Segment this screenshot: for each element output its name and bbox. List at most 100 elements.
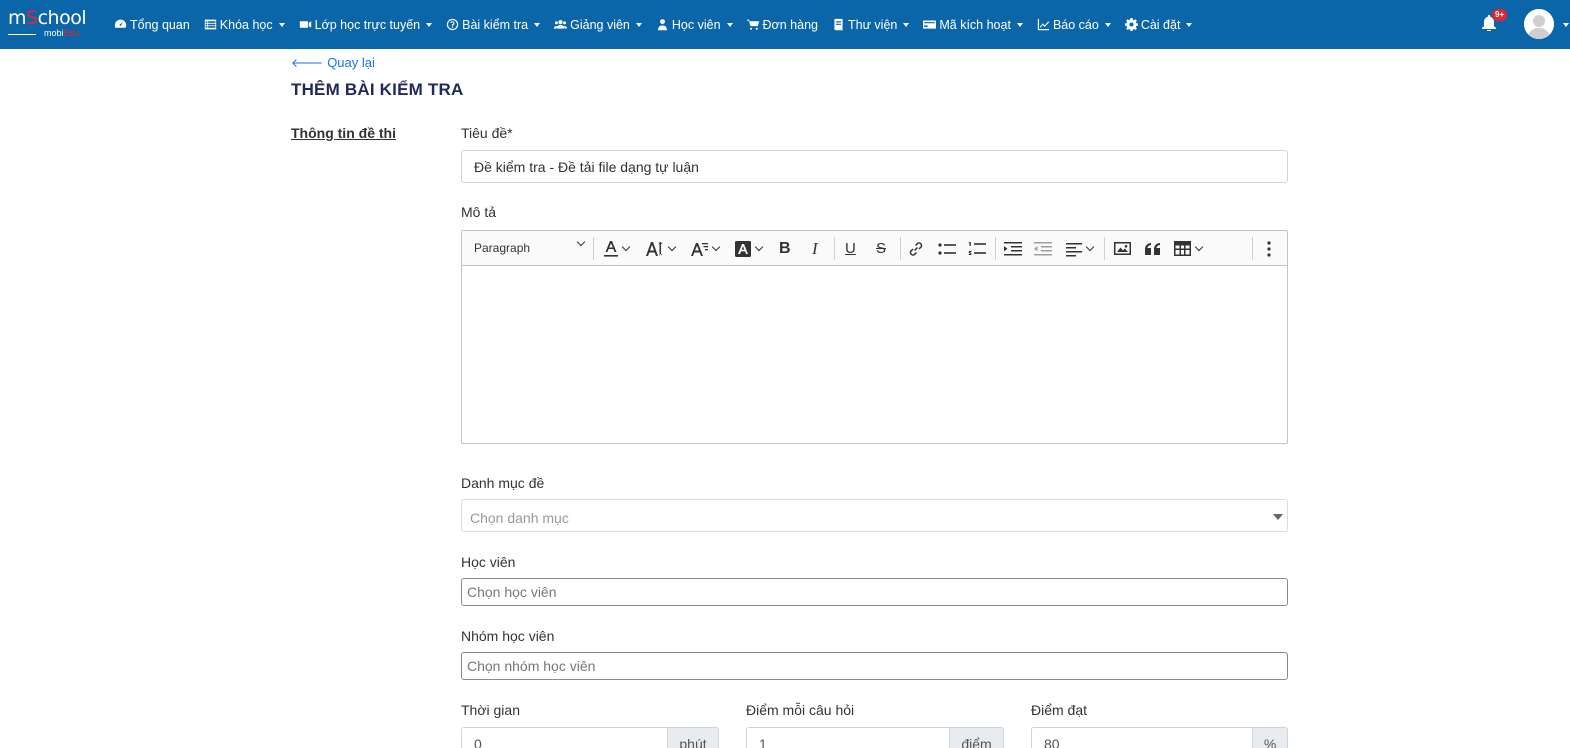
pass-score-input[interactable] xyxy=(1032,728,1253,748)
chevron-down-icon xyxy=(1194,242,1204,251)
chevron-down-icon xyxy=(635,22,642,27)
category-select[interactable]: Chọn danh mục xyxy=(461,499,1288,532)
list-icon xyxy=(204,19,216,30)
page-title: THÊM BÀI KIỂM TRA xyxy=(291,80,464,99)
toolbar-divider xyxy=(995,237,996,260)
numbered-list-icon xyxy=(968,241,986,255)
nav-label: Thư viện xyxy=(848,17,898,32)
points-unit-addon: điểm xyxy=(949,728,1003,748)
text-align-button[interactable] xyxy=(1066,239,1095,258)
chevron-down-icon xyxy=(1085,242,1095,251)
chevron-down-icon xyxy=(726,22,733,27)
logo-underline xyxy=(8,34,36,35)
chevron-down-icon xyxy=(534,22,541,27)
user-menu-chevron-icon[interactable] xyxy=(1563,23,1569,27)
main-nav: Tổng quan Khóa học Lớp học trực tuyến Bà… xyxy=(114,0,1206,49)
font-size-icon xyxy=(646,241,663,256)
points-input[interactable] xyxy=(747,728,949,748)
chevron-down-icon xyxy=(711,242,721,251)
more-options-button[interactable] xyxy=(1267,239,1271,258)
numbered-list-button[interactable] xyxy=(968,239,986,258)
chevron-down-icon xyxy=(903,22,910,27)
nav-label: Tổng quan xyxy=(130,17,190,32)
indent-icon xyxy=(1004,241,1022,255)
nav-item-settings[interactable]: Cài đặt xyxy=(1124,18,1193,32)
insert-table-button[interactable] xyxy=(1174,239,1204,258)
strikethrough-button[interactable]: S xyxy=(876,239,886,258)
paragraph-format-dropdown[interactable]: Paragraph xyxy=(474,241,584,255)
editor-toolbar: Paragraph B I U S xyxy=(462,231,1287,266)
section-label: Thông tin đề thi xyxy=(291,125,396,141)
category-label: Danh mục đề xyxy=(461,475,545,491)
chevron-down-icon xyxy=(1186,22,1193,27)
image-icon xyxy=(1114,242,1131,255)
student-group-label: Nhóm học viên xyxy=(461,628,555,644)
font-size-button[interactable] xyxy=(646,239,677,258)
bulleted-list-button[interactable] xyxy=(938,239,956,258)
points-input-group: điểm xyxy=(746,727,1004,748)
chevron-down-icon xyxy=(667,242,677,251)
font-family-icon xyxy=(691,242,708,256)
underline-button[interactable]: U xyxy=(845,239,856,258)
nav-item-students[interactable]: Học viên xyxy=(656,18,733,32)
back-link[interactable]: 🡐 Quay lại xyxy=(291,55,375,70)
link-button[interactable] xyxy=(908,239,924,258)
nav-label: Khóa học xyxy=(219,17,273,32)
chart-icon xyxy=(1037,18,1050,31)
outdent-button[interactable] xyxy=(1034,239,1052,258)
nav-item-courses[interactable]: Khóa học xyxy=(204,18,285,32)
toolbar-divider xyxy=(834,237,835,260)
video-icon xyxy=(299,21,311,28)
description-label: Mô tả xyxy=(461,204,497,220)
dashboard-icon xyxy=(114,19,127,28)
bold-icon: B xyxy=(779,239,791,257)
points-per-question-label: Điểm mỗi câu hỏi xyxy=(746,702,855,718)
font-color-button[interactable] xyxy=(604,239,631,258)
highlight-icon xyxy=(735,240,751,257)
time-input-group: phút xyxy=(461,727,719,748)
nav-item-activation-codes[interactable]: Mã kích hoạt xyxy=(923,18,1023,32)
indent-button[interactable] xyxy=(1004,239,1022,258)
chevron-down-icon xyxy=(754,242,764,251)
underline-icon: U xyxy=(845,240,856,257)
nav-item-reports[interactable]: Báo cáo xyxy=(1037,18,1111,32)
nav-label: Lớp học trực tuyến xyxy=(314,17,421,32)
user-icon xyxy=(657,19,667,31)
mschool-logo[interactable]: mSchool mobiEdu xyxy=(8,7,98,41)
chevron-down-icon xyxy=(621,242,631,251)
student-label: Học viên xyxy=(461,554,516,570)
blockquote-button[interactable] xyxy=(1145,239,1161,258)
insert-image-button[interactable] xyxy=(1114,239,1131,258)
nav-item-dashboard[interactable]: Tổng quan xyxy=(114,18,190,32)
nav-item-orders[interactable]: Đơn hàng xyxy=(746,18,818,32)
time-input[interactable] xyxy=(462,728,667,748)
title-input[interactable] xyxy=(461,150,1288,183)
student-input[interactable] xyxy=(461,578,1288,606)
nav-item-tests[interactable]: Bài kiểm tra xyxy=(446,17,541,32)
bold-button[interactable]: B xyxy=(779,239,791,258)
arrow-left-icon: 🡐 xyxy=(291,56,324,70)
toolbar-divider xyxy=(593,237,594,260)
student-group-input[interactable] xyxy=(461,652,1288,680)
back-link-label: Quay lại xyxy=(327,55,375,70)
nav-item-library[interactable]: Thư viện xyxy=(832,17,910,32)
logo-subtitle: mobiEdu xyxy=(44,28,80,38)
nav-label: Bài kiểm tra xyxy=(462,17,529,32)
nav-item-teachers[interactable]: Giảng viên xyxy=(554,18,642,32)
card-icon xyxy=(923,20,937,29)
align-left-icon xyxy=(1066,242,1082,256)
font-family-button[interactable] xyxy=(691,239,721,258)
avatar[interactable] xyxy=(1524,9,1554,39)
caret-down-icon xyxy=(1273,514,1283,520)
nav-item-online-class[interactable]: Lớp học trực tuyến xyxy=(299,18,433,32)
user-avatar-icon xyxy=(1524,9,1554,39)
editor-content-area[interactable] xyxy=(462,267,1287,443)
title-label: Tiêu đề* xyxy=(461,125,513,141)
pass-score-label: Điểm đạt xyxy=(1031,702,1088,718)
italic-icon: I xyxy=(812,238,818,258)
logo-wordmark: mSchool xyxy=(8,7,87,29)
cart-icon xyxy=(746,19,759,30)
italic-button[interactable]: I xyxy=(812,239,818,258)
highlight-button[interactable] xyxy=(735,239,764,258)
time-label: Thời gian xyxy=(461,702,520,718)
